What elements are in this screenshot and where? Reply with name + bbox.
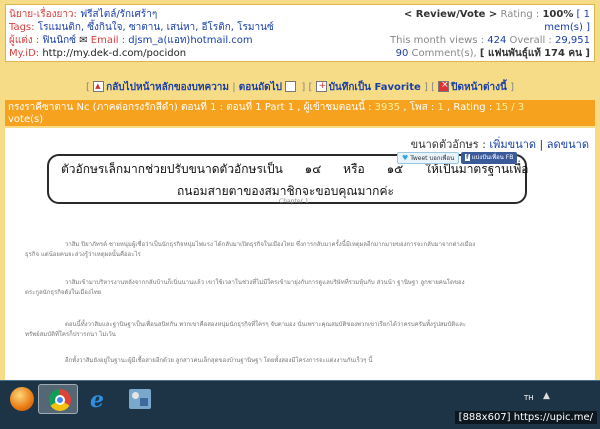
- category-label: นิยาย-เรื่องยาว:: [9, 9, 77, 20]
- notice-or: หรือ: [343, 162, 365, 176]
- favorite-add-icon: [315, 81, 327, 92]
- facebook-share-button[interactable]: f แบ่งปันเพื่อน FB: [461, 152, 518, 164]
- story-paragraph-4: อีกทั้งวาสิมยังอยู่ในฐานะผู้มีเชื้อสายอี…: [65, 357, 373, 364]
- overall-label: Overall :: [509, 35, 552, 46]
- chapter-posts-label: , โพส :: [403, 102, 435, 113]
- rating-members-row: mem(s) ]: [390, 21, 590, 34]
- back-to-main-link[interactable]: กลับไปหน้าหลักของบทความ: [106, 82, 229, 93]
- overall-value: 29,951: [555, 35, 590, 46]
- story-paragraph-3: ตอนนี้ทั้งวาสิมและฐานิษฐาเป็นเพื่อนสนิทก…: [25, 321, 466, 338]
- next-chapter-link[interactable]: ตอนถัดไป: [239, 82, 282, 93]
- email-value[interactable]: djsm_a(แอท)hotmail.com: [128, 35, 252, 46]
- windows-taskbar: e TH ▲ [888x607] https://upic.me/: [0, 380, 600, 429]
- font-size-controls: ขนาดตัวอักษร : เพิ่มขนาด | ลดขนาด: [410, 138, 589, 151]
- increase-font-link[interactable]: เพิ่มขนาด: [489, 138, 536, 151]
- email-label: Email :: [90, 35, 126, 46]
- comments-count[interactable]: 90: [396, 48, 409, 59]
- month-views-label: This month views :: [390, 35, 485, 46]
- taskbar-chrome[interactable]: [38, 384, 78, 414]
- chapter-rating: 15 / 3: [495, 102, 525, 113]
- save-favorite-link[interactable]: บันทึกเป็น Favorite: [329, 82, 421, 93]
- tags-value[interactable]: โรแมนติก, ซึ้งกินใจ, ซาตาน, เสน่หา, อีโร…: [38, 22, 274, 33]
- browser-page: นิยาย-เรื่องยาว: ฟรีสไตล์/รักเศร้าๆ Tags…: [0, 0, 600, 380]
- category-row: นิยาย-เรื่องยาว: ฟรีสไตล์/รักเศร้าๆ: [9, 8, 274, 21]
- views-row: This month views : 424 Overall : 29,951: [390, 34, 590, 47]
- fans-label: [ แฟนพันธุ์แท้: [479, 48, 541, 59]
- start-button[interactable]: [2, 384, 42, 414]
- story-info-box: นิยาย-เรื่องยาว: ฟรีสไตล์/รักเศร้าๆ Tags…: [5, 4, 595, 62]
- tags-label: Tags:: [9, 22, 35, 33]
- control-panel-icon: [129, 389, 151, 409]
- firefox-icon: [10, 387, 34, 411]
- month-views-value: 424: [487, 35, 507, 46]
- myid-label: My.iD:: [9, 48, 40, 59]
- chapter-votes: vote(s): [8, 114, 44, 125]
- comments-row: 90 Comment(s), [ แฟนพันธุ์แท้ 174 คน ]: [390, 47, 590, 60]
- chapter-views: 3935: [374, 102, 401, 113]
- author-label: ผู้แต่ง :: [9, 35, 40, 46]
- tags-row: Tags: โรแมนติก, ซึ้งกินใจ, ซาตาน, เสน่หา…: [9, 21, 274, 34]
- mail-icon: ✉: [79, 35, 88, 46]
- chapter-posts: 1: [437, 102, 444, 113]
- story-paragraph-2: วาสิมเข้ามาบริหารงานหลังจากกลับบ้านก็เนิ…: [25, 279, 465, 296]
- chapter-title: กรงราคีซาตาน Nc (ภาคต่อกรงรักสีดำ) ตอนที…: [8, 102, 372, 113]
- tweet-button[interactable]: ♥ Tweet บอกเพื่อน: [397, 152, 460, 164]
- close-icon: [438, 80, 450, 92]
- story-paragraph-1: วาสิม ปิยาภัทรต์ ชายหนุ่มผู้เชื่อว่าเป็น…: [25, 241, 476, 258]
- myid-row: My.iD: http://my.dek-d.com/pocidon: [9, 47, 274, 60]
- upic-watermark: [888x607] https://upic.me/: [454, 411, 597, 424]
- chapter-title-bar: กรงราคีซาตาน Nc (ภาคต่อกรงรักสีดำ) ตอนที…: [5, 100, 595, 126]
- tray-expand-icon[interactable]: ▲: [543, 391, 550, 401]
- taskbar-control-panel[interactable]: [120, 384, 160, 414]
- rating-label: Rating :: [500, 9, 540, 20]
- chapter-nav: [ กลับไปหน้าหลักของบทความ | ตอนถัดไป ] […: [0, 80, 600, 95]
- chapter-content: ขนาดตัวอักษร : เพิ่มขนาด | ลดขนาด ตัวอัก…: [5, 128, 595, 380]
- myid-link[interactable]: http://my.dek-d.com/pocidon: [42, 48, 186, 59]
- rating-members-a: [ 1: [576, 9, 590, 20]
- next-arrow-icon: [285, 81, 297, 92]
- twitter-bird-icon: ♥: [402, 154, 409, 162]
- review-vote-link[interactable]: < Review/Vote >: [404, 9, 497, 20]
- close-window-link[interactable]: ปิดหน้าต่างนี้: [451, 82, 507, 93]
- chrome-icon: [49, 389, 71, 411]
- decrease-font-link[interactable]: ลดขนาด: [547, 138, 589, 151]
- home-up-icon: [93, 81, 105, 92]
- chapter-heading: Chapter 1: [279, 198, 309, 205]
- facebook-icon: f: [465, 154, 470, 161]
- taskbar-internet-explorer[interactable]: e: [80, 384, 120, 414]
- author-link[interactable]: ฟินนิกซ์: [42, 35, 76, 46]
- rating-row: < Review/Vote > Rating : 100% [ 1: [390, 8, 590, 21]
- font-size-label: ขนาดตัวอักษร :: [410, 138, 486, 151]
- comments-label: Comment(s),: [411, 48, 477, 59]
- author-row: ผู้แต่ง : ฟินนิกซ์ ✉ Email : djsm_a(แอท)…: [9, 34, 274, 47]
- rating-value: 100%: [542, 9, 574, 20]
- category-value[interactable]: ฟรีสไตล์/รักเศร้าๆ: [80, 9, 157, 20]
- language-indicator[interactable]: TH: [524, 394, 534, 402]
- notice-size-14: ๑๔: [304, 162, 322, 176]
- rating-members-b: mem(s) ]: [544, 22, 590, 33]
- internet-explorer-icon: e: [90, 387, 104, 413]
- chapter-rating-label: , Rating :: [447, 102, 493, 113]
- fans-value: 174 คน ]: [544, 48, 590, 59]
